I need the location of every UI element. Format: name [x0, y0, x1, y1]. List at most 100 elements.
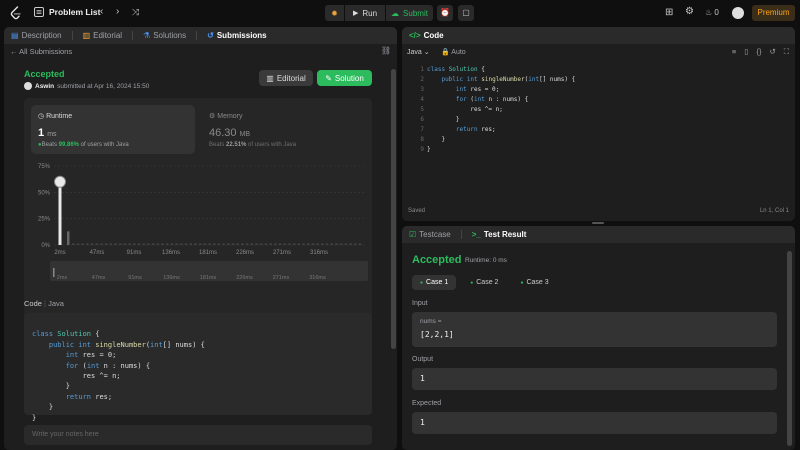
- tab-submissions-label: Submissions: [216, 31, 267, 40]
- bar: [175, 243, 178, 245]
- next-problem-icon[interactable]: ›: [116, 6, 119, 18]
- memory-beats-pct: 22.51%: [226, 142, 247, 148]
- bar: [142, 243, 145, 245]
- premium-button[interactable]: Premium: [752, 5, 795, 21]
- list-icon[interactable]: [34, 7, 44, 17]
- bar: [151, 243, 155, 245]
- memory-unit: MB: [239, 131, 251, 138]
- case-tab-3[interactable]: ● Case 3: [512, 275, 556, 290]
- notes-button[interactable]: ▢: [458, 5, 474, 21]
- tab-submissions[interactable]: ↺ Submissions: [207, 31, 267, 40]
- back-link[interactable]: ← All Submissions: [10, 47, 72, 56]
- reset-icon[interactable]: ↺: [769, 47, 775, 57]
- tab-description-label: Description: [21, 31, 62, 40]
- bar: [166, 243, 169, 245]
- submit-label: Submit: [403, 8, 428, 18]
- case-tab-1[interactable]: ● Case 1: [412, 275, 457, 290]
- layout-icon[interactable]: ⊞: [665, 7, 673, 19]
- tab-test-result[interactable]: >_ Test Result: [472, 230, 527, 239]
- user-avatar[interactable]: [24, 82, 32, 90]
- cursor-position: Ln 1, Col 1: [759, 208, 789, 214]
- prev-problem-icon[interactable]: ‹: [100, 6, 103, 18]
- leetcode-logo-icon[interactable]: [9, 6, 23, 20]
- book-icon: ▥: [82, 31, 91, 40]
- test-panel: ☑ Testcase >_ Test Result Accepted Runtime…: [402, 226, 795, 450]
- cloud-upload-icon: ☁: [391, 8, 400, 18]
- pass-dot-icon: ●: [470, 279, 474, 286]
- tab-code-label: Code: [423, 31, 444, 40]
- code-tab-bar: </> Code: [402, 27, 795, 44]
- language-select[interactable]: Java ⌄: [407, 48, 430, 56]
- bar: [222, 243, 225, 245]
- editorial-button[interactable]: ▥ Editorial: [259, 70, 313, 86]
- range-tick-label: 271ms: [273, 275, 290, 281]
- bar: [86, 243, 89, 245]
- bar: [288, 243, 291, 245]
- bar: [274, 243, 277, 245]
- memory-value: 46.30: [209, 127, 237, 139]
- autocomplete-toggle[interactable]: 🔒 Auto: [441, 48, 466, 56]
- tab-editorial[interactable]: ▥ Editorial: [83, 31, 122, 40]
- book-icon: ▥: [266, 73, 274, 83]
- bar: [330, 243, 333, 245]
- fullscreen-icon[interactable]: ⛶: [784, 47, 789, 57]
- range-tick-label: 136ms: [163, 275, 180, 281]
- bar: [269, 243, 272, 245]
- history-icon: ↺: [207, 31, 214, 40]
- bar: [255, 243, 258, 245]
- case-tab-label: Case 3: [526, 279, 549, 286]
- y-tick-label: 25%: [38, 217, 51, 223]
- left-scrollbar[interactable]: [391, 69, 396, 349]
- test-scrollbar[interactable]: [787, 251, 792, 446]
- left-panel: ▤ Description ▥ Editorial ⚗ Solutions ↺ Subm…: [4, 27, 397, 450]
- runtime-label: Runtime: [46, 113, 73, 120]
- shuffle-icon[interactable]: ⤨: [132, 6, 139, 18]
- bookmark-icon[interactable]: ▯: [744, 47, 748, 57]
- tab-code[interactable]: </> Code: [409, 31, 444, 40]
- tab-solutions[interactable]: ⚗ Solutions: [143, 31, 186, 40]
- solution-button[interactable]: ✎ Solution: [317, 70, 372, 86]
- settings-icon[interactable]: ⚙: [685, 6, 694, 18]
- memory-card[interactable]: ⚙ Memory 46.30 MB Beats 22.51% of users …: [209, 105, 359, 154]
- range-tick-label: 226ms: [236, 275, 253, 281]
- runtime-card[interactable]: ◷ Runtime 1 ms ●Beats 99.86% of users wi…: [31, 105, 195, 154]
- bar: [137, 243, 141, 245]
- bar: [90, 243, 94, 245]
- x-tick-label: 91ms: [127, 250, 142, 256]
- run-button[interactable]: ▶ Run: [345, 5, 385, 21]
- left-tab-bar: ▤ Description ▥ Editorial ⚗ Solutions ↺ Subm…: [4, 27, 397, 44]
- tab-test-result-label: Test Result: [483, 230, 527, 239]
- bar: [198, 243, 202, 245]
- avatar[interactable]: [732, 7, 744, 19]
- tab-description[interactable]: ▤ Description: [11, 31, 62, 40]
- play-icon: ▶: [352, 10, 359, 17]
- bar: [302, 243, 305, 245]
- editor-tools: ≡ ▯ {} ↺ ⛶: [732, 47, 789, 57]
- braces-icon[interactable]: {}: [756, 47, 761, 57]
- user-name[interactable]: Aswin: [35, 83, 54, 90]
- tab-testcase[interactable]: ☑ Testcase: [409, 230, 451, 239]
- streak-counter[interactable]: ♨ 0: [705, 7, 719, 19]
- resize-handle[interactable]: [592, 222, 604, 224]
- bar: [72, 243, 75, 245]
- runtime-distribution-chart[interactable]: 75% 50% 25% 0% 2ms 47ms 91ms 136ms 181ms 226ms 271…: [24, 158, 372, 318]
- debug-button[interactable]: ✹: [325, 5, 344, 21]
- editorial-button-label: Editorial: [276, 73, 306, 83]
- code-editor[interactable]: class Solution { public int singleNumber…: [427, 65, 575, 155]
- problem-list-link[interactable]: Problem List: [49, 7, 100, 17]
- notes-input[interactable]: Write your notes here: [24, 425, 372, 445]
- share-link-icon[interactable]: ⛓: [381, 46, 391, 55]
- bar: [208, 243, 211, 245]
- format-icon[interactable]: ≡: [732, 47, 736, 57]
- y-tick-label: 75%: [38, 164, 51, 170]
- submit-button[interactable]: ☁ Submit: [386, 5, 433, 21]
- case-tab-2[interactable]: ● Case 2: [462, 275, 506, 290]
- timer-button[interactable]: ⏰: [437, 5, 453, 21]
- memory-label: Memory: [217, 113, 243, 120]
- bar: [236, 243, 239, 245]
- checkbox-icon: ☑: [409, 230, 417, 239]
- submitted-code[interactable]: class Solution { public int singleNumber…: [24, 313, 372, 422]
- memory-value-row: 46.30 MB: [209, 127, 250, 139]
- bar: [339, 243, 343, 245]
- tab-testcase-label: Testcase: [419, 230, 451, 239]
